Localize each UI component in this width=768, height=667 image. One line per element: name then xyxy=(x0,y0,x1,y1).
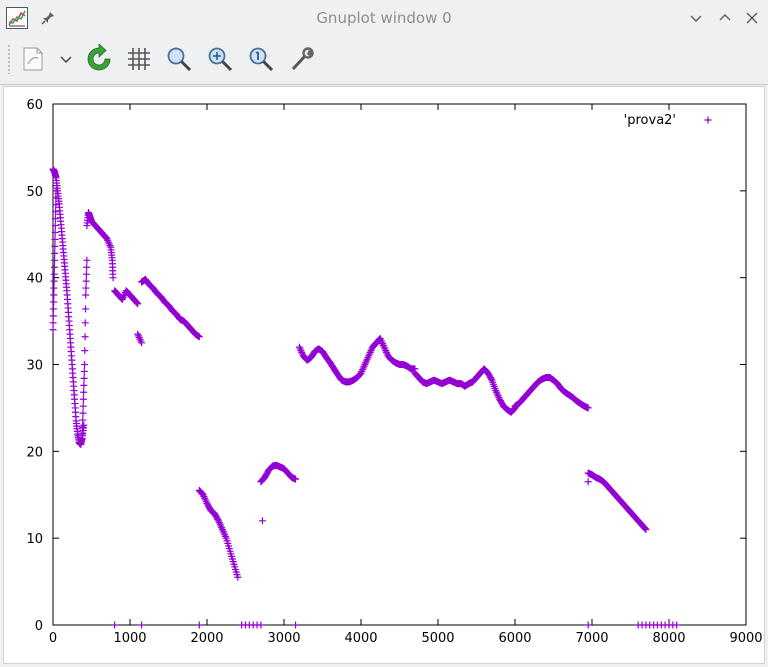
data-point xyxy=(79,395,87,403)
minimize-icon[interactable] xyxy=(688,10,704,26)
data-point xyxy=(83,263,91,271)
x-tick-label: 3000 xyxy=(267,631,300,646)
data-point xyxy=(81,361,89,368)
zoom-previous-icon[interactable] xyxy=(246,44,276,74)
toolbar-grip-icon[interactable] xyxy=(7,44,11,74)
x-tick-label: 6000 xyxy=(498,631,531,646)
data-point xyxy=(138,621,146,629)
data-point xyxy=(51,242,59,250)
y-tick-label: 10 xyxy=(26,532,43,547)
x-tick-label: 2000 xyxy=(190,631,223,646)
data-point xyxy=(584,621,592,629)
data-point xyxy=(50,277,58,285)
x-tick-label: 7000 xyxy=(575,631,608,646)
data-point xyxy=(195,621,203,629)
data-point xyxy=(81,305,89,313)
data-point xyxy=(49,319,57,327)
data-point xyxy=(257,621,265,629)
data-point xyxy=(258,517,266,525)
legend-label: 'prova2' xyxy=(624,113,676,128)
replot-icon[interactable] xyxy=(84,44,114,74)
data-point xyxy=(51,256,59,264)
data-point xyxy=(80,381,88,389)
data-point xyxy=(51,249,59,257)
x-tick-label: 0 xyxy=(49,631,57,646)
grid-icon[interactable] xyxy=(124,44,154,74)
data-point xyxy=(673,621,681,629)
data-point xyxy=(79,402,87,410)
data-point xyxy=(80,388,88,396)
y-tick-label: 20 xyxy=(26,445,43,460)
data-point xyxy=(50,298,58,306)
export-icon[interactable] xyxy=(18,44,48,74)
data-point xyxy=(79,409,87,417)
data-point xyxy=(81,319,89,327)
data-point xyxy=(78,423,86,431)
y-tick-label: 40 xyxy=(26,272,43,287)
data-point xyxy=(49,326,57,334)
toolbar xyxy=(0,36,768,85)
data-point xyxy=(83,256,91,264)
x-tick-label: 8000 xyxy=(652,631,685,646)
data-point xyxy=(81,347,89,355)
window-title: Gnuplot window 0 xyxy=(316,9,452,27)
settings-icon[interactable] xyxy=(287,44,317,74)
scatter-plot[interactable]: 0 1000 2000 3000 4000 5000 6000 7000 8000 9000 0 10… xyxy=(4,87,764,663)
data-point xyxy=(50,270,58,278)
close-icon[interactable] xyxy=(744,10,760,26)
data-point xyxy=(292,621,300,629)
zoom-out-icon[interactable] xyxy=(164,44,194,74)
data-point xyxy=(111,621,119,629)
y-tick-label: 60 xyxy=(26,98,43,113)
plot-area[interactable]: 0 1000 2000 3000 4000 5000 6000 7000 8000 9000 0 10… xyxy=(3,86,765,664)
title-bar: Gnuplot window 0 xyxy=(0,0,768,36)
data-point xyxy=(584,478,592,486)
data-point xyxy=(81,333,89,341)
y-tick-label: 0 xyxy=(35,619,43,634)
data-point xyxy=(80,374,88,382)
data-point xyxy=(49,312,57,320)
dropdown-chevron-icon[interactable] xyxy=(54,44,78,74)
data-point xyxy=(109,274,117,282)
y-tick-label: 50 xyxy=(26,185,43,200)
data-point xyxy=(79,416,87,424)
data-point xyxy=(82,270,90,278)
y-tick-label: 30 xyxy=(26,359,43,374)
zoom-in-icon[interactable] xyxy=(205,44,235,74)
legend-marker xyxy=(704,116,712,124)
x-tick-label: 4000 xyxy=(344,631,377,646)
data-point xyxy=(50,291,58,299)
data-point xyxy=(50,263,58,271)
data-point xyxy=(80,367,88,375)
x-tick-label: 1000 xyxy=(113,631,146,646)
data-point xyxy=(50,284,58,292)
maximize-icon[interactable] xyxy=(717,10,733,26)
data-point xyxy=(49,305,57,313)
data-point xyxy=(82,284,90,292)
x-tick-label: 9000 xyxy=(729,631,762,646)
data-point xyxy=(82,277,90,285)
x-tick-label: 5000 xyxy=(421,631,454,646)
data-point xyxy=(82,291,90,299)
